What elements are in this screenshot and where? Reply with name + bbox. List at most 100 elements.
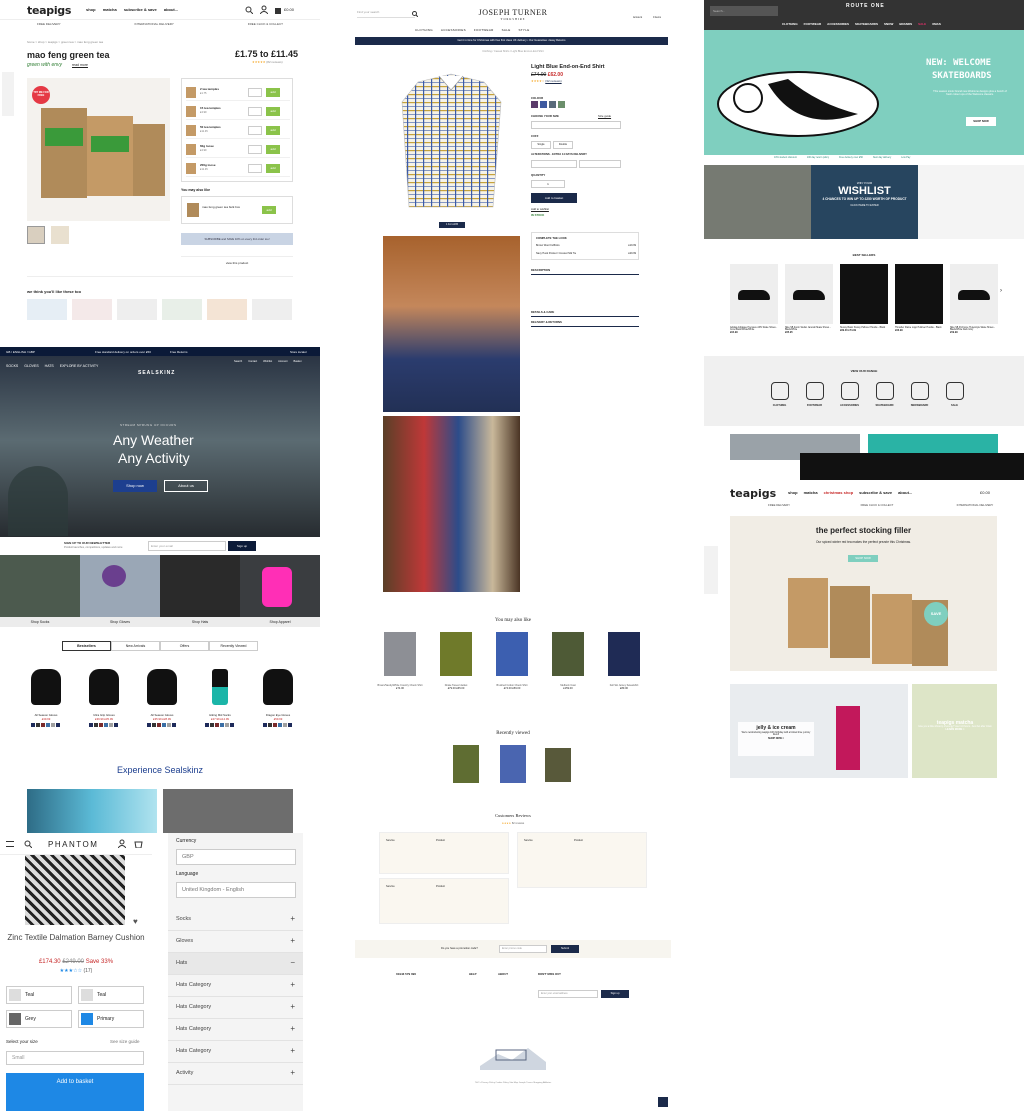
swatch[interactable] <box>558 101 565 108</box>
product-card[interactable]: Drake Tweed Jacket £79.00 £65.00 <box>431 630 481 710</box>
subscribe-banner[interactable]: SUBSCRIBE and SAVE 10% on every 3rd orde… <box>181 233 293 245</box>
plus-icon[interactable]: + <box>290 1002 295 1011</box>
colour-swatches[interactable] <box>252 723 304 729</box>
products-flatlay[interactable] <box>918 165 1024 239</box>
product-card[interactable]: All Season Gloves £35.99 £28.99 <box>136 665 188 745</box>
quantity-stepper[interactable]: 1 <box>531 180 565 188</box>
currency-select[interactable]: GBP <box>176 849 296 865</box>
phone-number[interactable]: 01943 579 090 <box>396 972 416 976</box>
alteration-select[interactable] <box>531 160 577 168</box>
product-card[interactable]: Brown/Sandy/White Country Check Shirt £74… <box>375 630 425 710</box>
plus-icon[interactable]: + <box>290 980 295 989</box>
colour-option-primary[interactable]: Primary <box>78 1010 144 1028</box>
nav-skateboards[interactable]: SKATEBOARDS <box>855 22 878 26</box>
heart-icon[interactable]: ♥ <box>133 917 138 926</box>
teapigs-logo[interactable]: teapigs <box>730 487 776 500</box>
review-count[interactable]: (17) <box>83 968 92 974</box>
wishlist-cta[interactable]: CLICK HERE TO ENTER <box>811 204 918 207</box>
nav-subscribe[interactable]: subscribe & save <box>859 490 892 495</box>
nav-shop[interactable]: shop <box>788 490 798 495</box>
cuff-double[interactable]: Double <box>553 141 573 149</box>
quantity-stepper[interactable] <box>248 164 262 173</box>
accordion-details[interactable]: DETAILS & CARE <box>531 310 639 317</box>
range-clothing[interactable]: CLOTHING <box>762 382 797 416</box>
product-card[interactable]: Stussy Basic Stussy Pullover Hoodie - Bl… <box>840 264 888 354</box>
wishlist-icon[interactable]: Wishlist <box>263 360 272 374</box>
product-card[interactable]: Fell Ski Jersey Sweatshirt £89.00 <box>599 630 649 710</box>
range-skateboard[interactable]: SKATEBOARD <box>867 382 902 416</box>
filter-item[interactable]: Hats Category + <box>168 1019 303 1041</box>
nav-christmas[interactable]: christmas shop <box>824 490 854 495</box>
filter-item[interactable]: Socks + <box>168 909 303 931</box>
lifestyle-image[interactable] <box>383 416 520 592</box>
promo-input[interactable]: Enter promo code <box>499 945 547 953</box>
quantity-stepper[interactable] <box>248 145 262 154</box>
search-icon[interactable] <box>24 840 32 848</box>
recent-item[interactable] <box>500 745 526 783</box>
hats-tile[interactable] <box>160 555 240 617</box>
range-sale[interactable]: SALE <box>937 382 972 416</box>
recent-item[interactable] <box>545 748 571 782</box>
nav-shop[interactable]: shop <box>86 7 96 12</box>
nav-style[interactable]: STYLE <box>519 28 530 32</box>
nav-gloves[interactable]: GLOVES <box>24 364 38 368</box>
product-hero-image[interactable]: TRY ME FOR FREE <box>27 78 170 221</box>
review-link[interactable]: (32 reviews) <box>545 79 561 83</box>
product-card[interactable]: Nike SB Zoom Stefan Janoski Skate Shoes … <box>785 264 833 354</box>
teapigs-logo[interactable]: teapigs <box>27 4 71 17</box>
filter-item[interactable]: Hats Category + <box>168 997 303 1019</box>
search-icon[interactable] <box>245 6 253 14</box>
minus-icon[interactable]: − <box>290 958 295 967</box>
cuff-single[interactable]: Single <box>531 141 551 149</box>
swatch[interactable] <box>549 101 556 108</box>
nav-sale[interactable]: SALE <box>502 28 511 32</box>
alteration-select[interactable] <box>579 160 621 168</box>
promo-submit-button[interactable]: Submit <box>551 945 579 953</box>
product-card[interactable] <box>27 299 67 320</box>
range-accessories[interactable]: ACCESSORIES <box>832 382 867 416</box>
product-card[interactable] <box>72 299 112 320</box>
shop-now-button[interactable]: SHOP NOW <box>966 117 996 126</box>
hero-banner[interactable]: the perfect stocking filler Our spiced w… <box>730 516 997 671</box>
nav-clothing[interactable]: CLOTHING <box>415 28 433 32</box>
tab-recently-viewed[interactable]: Recently Viewed <box>209 641 258 651</box>
language-select[interactable]: United Kingdom - English <box>176 882 296 898</box>
nav-xmas[interactable]: XMAS <box>932 22 941 26</box>
product-card[interactable] <box>162 299 202 320</box>
product-card[interactable] <box>252 299 292 320</box>
product-card[interactable]: Melbuck Coat £159.00 <box>543 630 593 710</box>
colour-swatches[interactable] <box>78 723 130 729</box>
shop-now-button[interactable]: Shop now <box>113 480 157 492</box>
nav-activity[interactable]: EXPLORE BY ACTIVITY <box>60 364 99 368</box>
shop-gloves-link[interactable]: Shop Gloves <box>80 617 160 627</box>
plus-icon[interactable]: + <box>290 936 295 945</box>
add-to-basket-button[interactable]: Add to basket <box>6 1073 144 1111</box>
cushion-image[interactable] <box>25 855 125 925</box>
range-snowboard[interactable]: SNOWBOARD <box>902 382 937 416</box>
shirt-image[interactable] <box>383 62 520 217</box>
nav-footwear[interactable]: FOOTWEAR <box>804 22 822 26</box>
size-select[interactable] <box>531 121 621 129</box>
nav-sale[interactable]: SALE <box>918 22 926 26</box>
also-like-item[interactable]: mao feng green tea bulk box add <box>181 196 293 224</box>
nav-snow[interactable]: SNOW <box>884 22 893 26</box>
quantity-stepper[interactable] <box>248 88 262 97</box>
nav-hats[interactable]: HATS <box>45 364 54 368</box>
locale-select[interactable]: GB / ENGLISH / GBP <box>6 350 35 354</box>
colour-option-grey[interactable]: Grey <box>6 1010 72 1028</box>
basket-icon[interactable] <box>134 839 143 848</box>
nav-accessories[interactable]: ACCESSORIES <box>441 28 466 32</box>
add-button[interactable]: add <box>266 107 280 116</box>
footer-email-input[interactable]: Enter your email address <box>538 990 598 998</box>
nav-socks[interactable]: SOCKS <box>6 364 18 368</box>
account-icon[interactable] <box>260 5 268 14</box>
swatch[interactable] <box>540 101 547 108</box>
jt-logo[interactable]: JOSEPH TURNER <box>469 8 557 17</box>
hero-banner[interactable]: NEW: WELCOME SKATEBOARDS This season ico… <box>704 30 1024 155</box>
about-us-button[interactable]: About us <box>164 480 208 492</box>
tab-bestsellers[interactable]: Bestsellers <box>62 641 111 651</box>
nav-subscribe[interactable]: subscribe & save <box>124 7 157 12</box>
product-card[interactable]: Hiking Mid Socks £27.99 £14.99 <box>194 665 246 745</box>
product-card[interactable]: Ultra Grip Gloves £39.99 £35.99 <box>78 665 130 745</box>
shop-socks-link[interactable]: Shop Socks <box>0 617 80 627</box>
